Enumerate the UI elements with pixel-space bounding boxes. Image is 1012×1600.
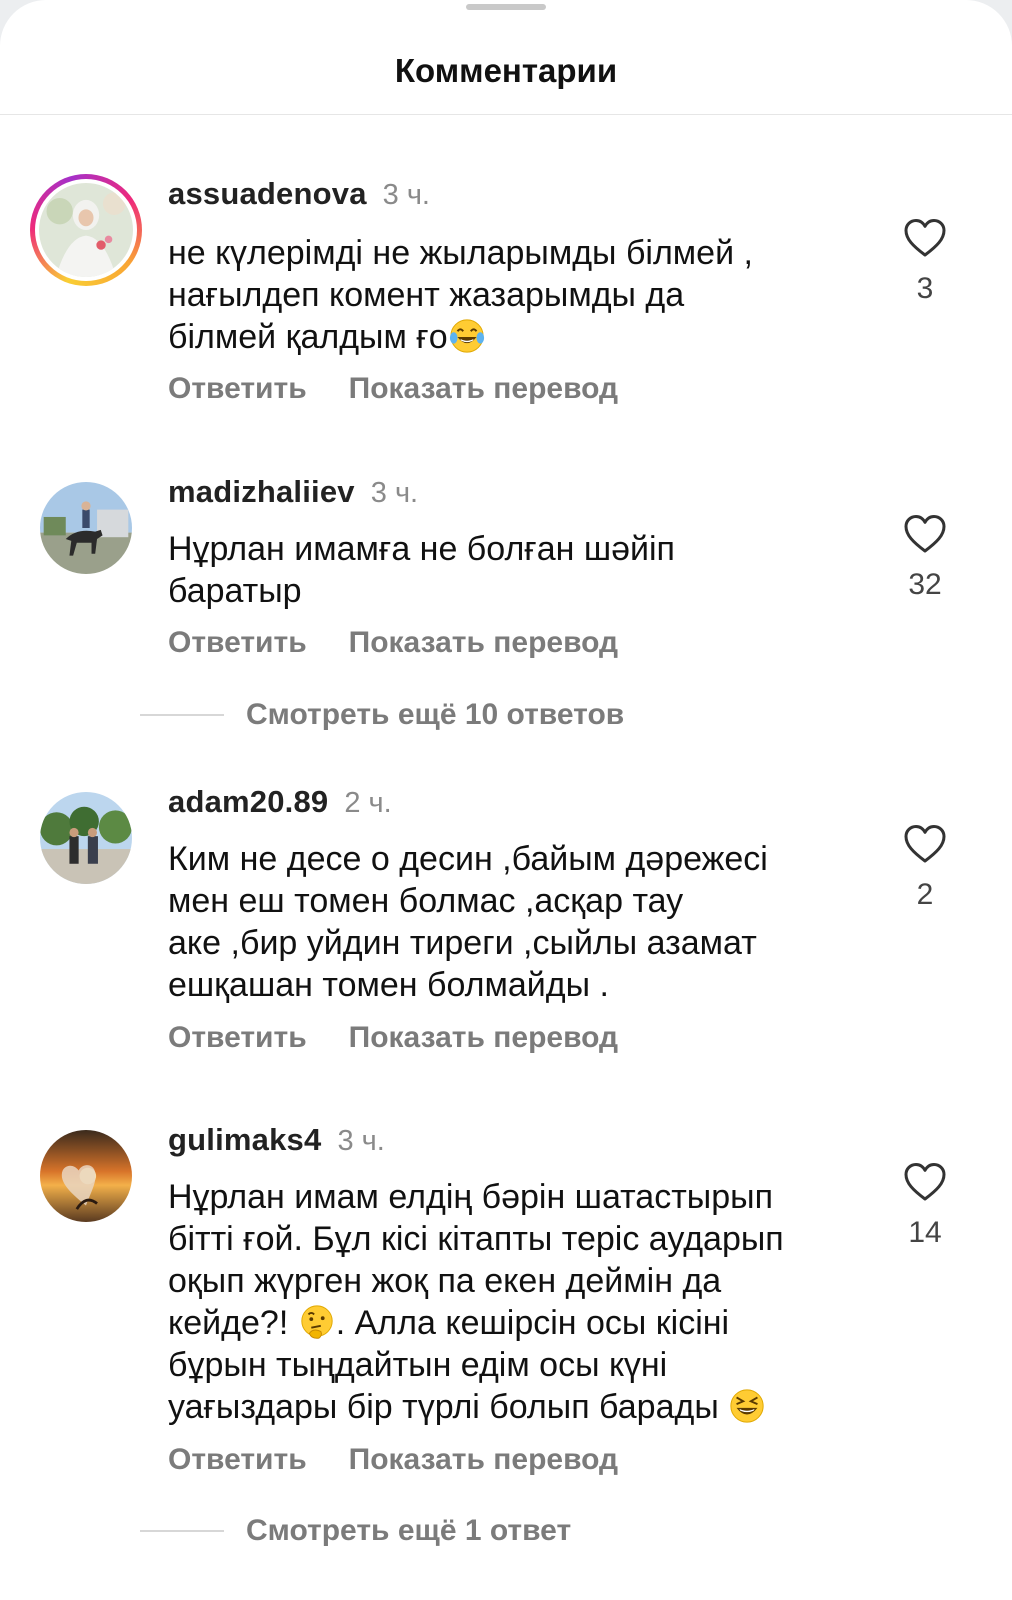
show-translation-button[interactable]: Показать перевод xyxy=(349,626,618,660)
page-title: Комментарии xyxy=(394,52,618,89)
avatar-photo xyxy=(40,792,132,884)
comment-text: Нұрлан имам елдің бәрін шатастырып бітті… xyxy=(168,1178,784,1426)
show-translation-button[interactable]: Показать перевод xyxy=(349,372,618,406)
heart-icon[interactable] xyxy=(903,514,947,554)
show-translation-button[interactable]: Показать перевод xyxy=(349,1443,618,1477)
sheet-header: Комментарии xyxy=(0,28,1012,115)
comment-text: Нұрлан имамға не болған шәйіп баратыр xyxy=(168,530,675,610)
avatar-photo xyxy=(40,1130,132,1222)
avatar-photo xyxy=(40,482,132,574)
heart-icon[interactable] xyxy=(903,218,947,258)
avatar-photo xyxy=(39,183,133,277)
reply-button[interactable]: Ответить xyxy=(168,626,307,660)
comment-text: не күлерімді не жыларымды білмей , нағыл… xyxy=(168,234,753,356)
grinning-squinting-face-emoji-icon xyxy=(730,1389,764,1423)
reply-button[interactable]: Ответить xyxy=(168,1021,307,1055)
avatar[interactable] xyxy=(40,792,132,884)
comment-username[interactable]: assuadenova xyxy=(168,176,367,212)
comment-time: 3 ч. xyxy=(382,179,430,211)
comment-time: 2 ч. xyxy=(344,787,392,819)
heart-icon[interactable] xyxy=(903,824,947,864)
view-more-replies-label: Смотреть ещё 10 ответов xyxy=(246,698,625,731)
view-more-replies-button[interactable]: Смотреть ещё 10 ответов xyxy=(140,698,624,732)
drag-handle[interactable] xyxy=(466,4,546,10)
view-more-replies-label: Смотреть ещё 1 ответ xyxy=(246,1514,572,1547)
like-count: 32 xyxy=(908,568,942,601)
thinking-face-emoji-icon xyxy=(301,1305,333,1339)
comment-username[interactable]: adam20.89 xyxy=(168,784,328,820)
reply-button[interactable]: Ответить xyxy=(168,1443,307,1477)
comment-time: 3 ч. xyxy=(370,477,419,509)
comments-sheet: Комментарии assuadenova 3 ч. не күлерімд… xyxy=(0,0,1012,1600)
heart-icon[interactable] xyxy=(903,1162,947,1202)
avatar[interactable] xyxy=(40,1130,132,1222)
reply-button[interactable]: Ответить xyxy=(168,372,307,406)
like-count: 14 xyxy=(908,1216,942,1249)
avatar[interactable] xyxy=(30,174,142,286)
avatar[interactable] xyxy=(40,482,132,574)
like-count: 3 xyxy=(916,272,934,305)
like-count: 2 xyxy=(916,878,934,911)
view-more-replies-button[interactable]: Смотреть ещё 1 ответ xyxy=(140,1514,571,1548)
comment-username[interactable]: madizhaliiev xyxy=(168,474,355,510)
show-translation-button[interactable]: Показать перевод xyxy=(349,1021,618,1055)
tears-of-joy-emoji-icon xyxy=(449,319,484,353)
comment-text: Ким не десе о десин ,байым дәрежесі мен … xyxy=(168,840,768,1004)
comment-username[interactable]: gulimaks4 xyxy=(168,1122,321,1158)
replies-divider xyxy=(140,714,224,716)
comment-time: 3 ч. xyxy=(337,1125,385,1157)
replies-divider xyxy=(140,1530,224,1532)
